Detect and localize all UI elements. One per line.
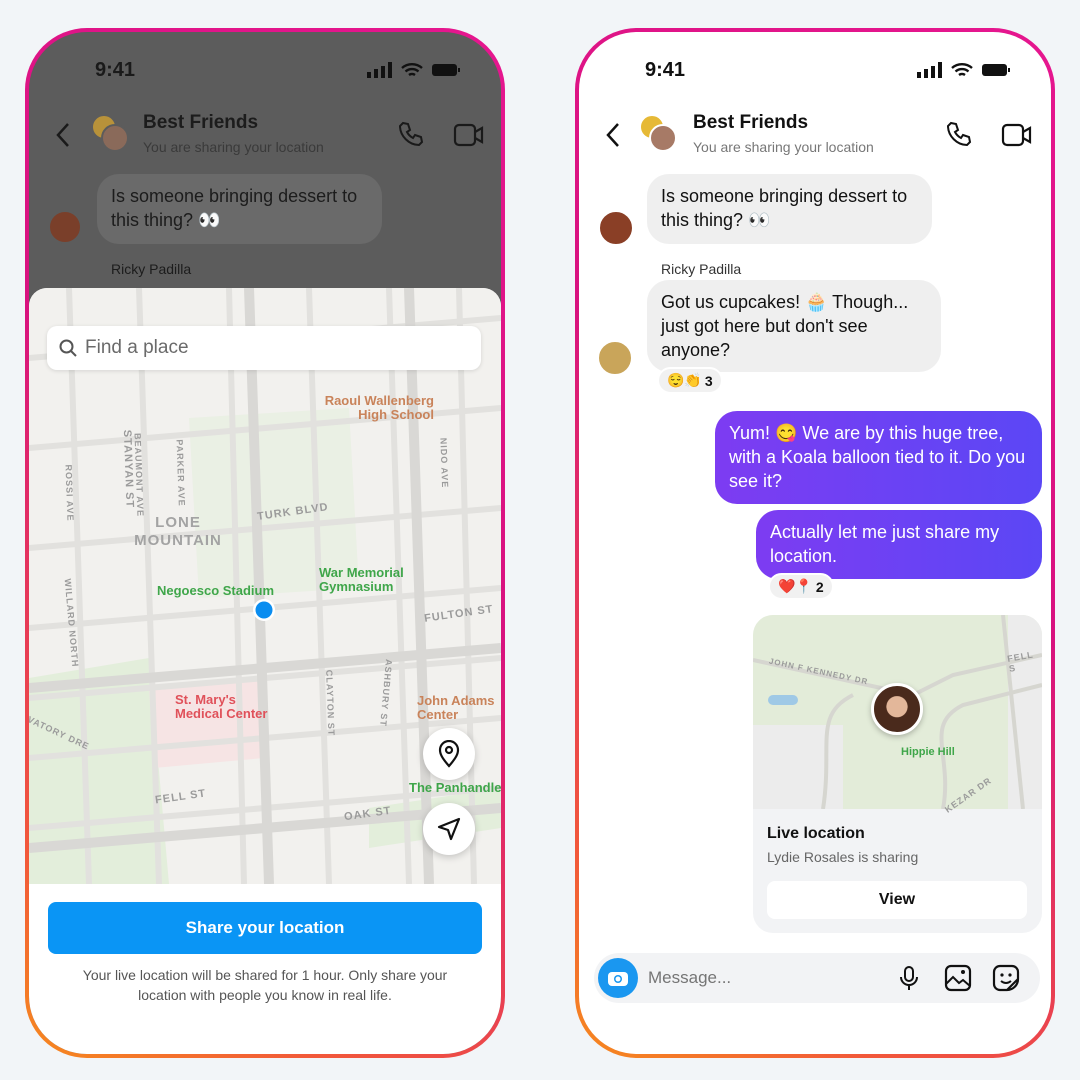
back-icon[interactable] [605,122,621,148]
sticker-icon[interactable] [992,964,1020,992]
current-location-button[interactable] [423,803,475,855]
share-note: Your live location will be shared for 1 … [82,967,448,1003]
share-location-button[interactable]: Share your location [48,902,482,954]
message-input[interactable] [648,965,868,991]
left-phone: 9:41 Best Friends You are sharing your l… [25,28,505,1058]
sender-avatar [48,210,82,244]
signal-icon [367,62,392,78]
back-icon[interactable] [55,122,71,148]
street-label: ROSSI AVE [63,464,76,522]
find-place-search[interactable]: Find a place [47,326,481,370]
battery-icon [982,64,1010,76]
reaction-emojis: ❤️📍 [778,578,813,594]
live-location-subtitle: Lydie Rosales is sharing [767,849,919,865]
live-location-title: Live location [767,825,865,842]
share-location-sheet: STANYAN ST BEAUMONT AVE PARKER AVE ROSSI… [29,288,501,1054]
sender-avatar [598,210,634,246]
phone-call-icon[interactable] [945,120,973,148]
area-label: LONE MOUNTAIN [134,514,222,549]
status-time: 9:41 [645,59,686,81]
group-avatar-2 [649,124,677,152]
poi-label[interactable]: John Adams Center [417,694,501,722]
message-bubble: Is someone bringing dessert to this thin… [97,174,382,244]
view-location-button[interactable]: View [767,881,1027,919]
chat-title: Best Friends [693,112,809,133]
phone-call-icon[interactable] [397,120,425,148]
status-icons [367,62,461,78]
message-composer [594,953,1040,1003]
search-placeholder: Find a place [85,337,189,358]
search-icon [59,339,77,357]
sender-name: Ricky Padilla [661,261,742,277]
poi-label[interactable]: The Panhandle [409,781,501,795]
navigation-arrow-icon [437,817,461,841]
microphone-icon[interactable] [899,965,919,992]
live-location-card[interactable]: JOHN F KENNEDY DR FELL S KEZAR DR Hippie… [753,615,1042,933]
video-call-icon[interactable] [453,122,485,148]
chat-subtitle: You are sharing your location [143,139,324,155]
sender-name: Ricky Padilla [111,261,192,277]
map-poi-label: Hippie Hill [901,746,955,758]
message-bubble: Got us cupcakes! 🧁 Though... just got he… [647,280,941,372]
message-bubble-own: Yum! 😋 We are by this huge tree, with a … [715,411,1042,504]
right-phone: 9:41 Best Friends You are sharing your l… [575,28,1055,1058]
left-screen: 9:41 Best Friends You are sharing your l… [29,32,501,1054]
right-screen: 9:41 Best Friends You are sharing your l… [579,32,1051,1054]
reaction-emojis: 😌👏 [667,372,702,388]
poi-label[interactable]: Raoul Wallenberg High School [309,394,434,422]
wifi-icon [951,63,973,77]
reactions-pill[interactable]: ❤️📍 2 [768,573,834,600]
gallery-icon[interactable] [944,964,972,992]
reaction-count: 2 [815,578,824,595]
drop-pin-button[interactable] [423,728,475,780]
reactions-pill[interactable]: 😌👏 3 [657,367,723,394]
camera-button[interactable] [598,958,638,998]
status-time: 9:41 [95,59,136,81]
wifi-icon [401,63,423,77]
poi-label[interactable]: War Memorial Gymnasium [319,566,419,594]
battery-icon [432,64,460,76]
reaction-count: 3 [704,372,713,389]
map-pin-icon [438,740,460,768]
video-call-icon[interactable] [1001,122,1033,148]
status-icons [917,62,1011,78]
message-bubble-own: Actually let me just share my location. [756,510,1042,579]
chat-subtitle: You are sharing your location [693,139,874,155]
group-avatar-2 [101,124,129,152]
camera-icon [608,972,628,986]
signal-icon [917,62,942,78]
poi-label[interactable]: Negoesco Stadium [157,584,287,598]
sender-avatar [597,340,633,376]
chat-title: Best Friends [143,112,259,133]
poi-label[interactable]: St. Mary's Medical Center [175,693,285,721]
street-label: NIDO AVE [438,437,451,489]
message-bubble: Is someone bringing dessert to this thin… [647,174,932,244]
sharer-avatar [871,683,923,735]
